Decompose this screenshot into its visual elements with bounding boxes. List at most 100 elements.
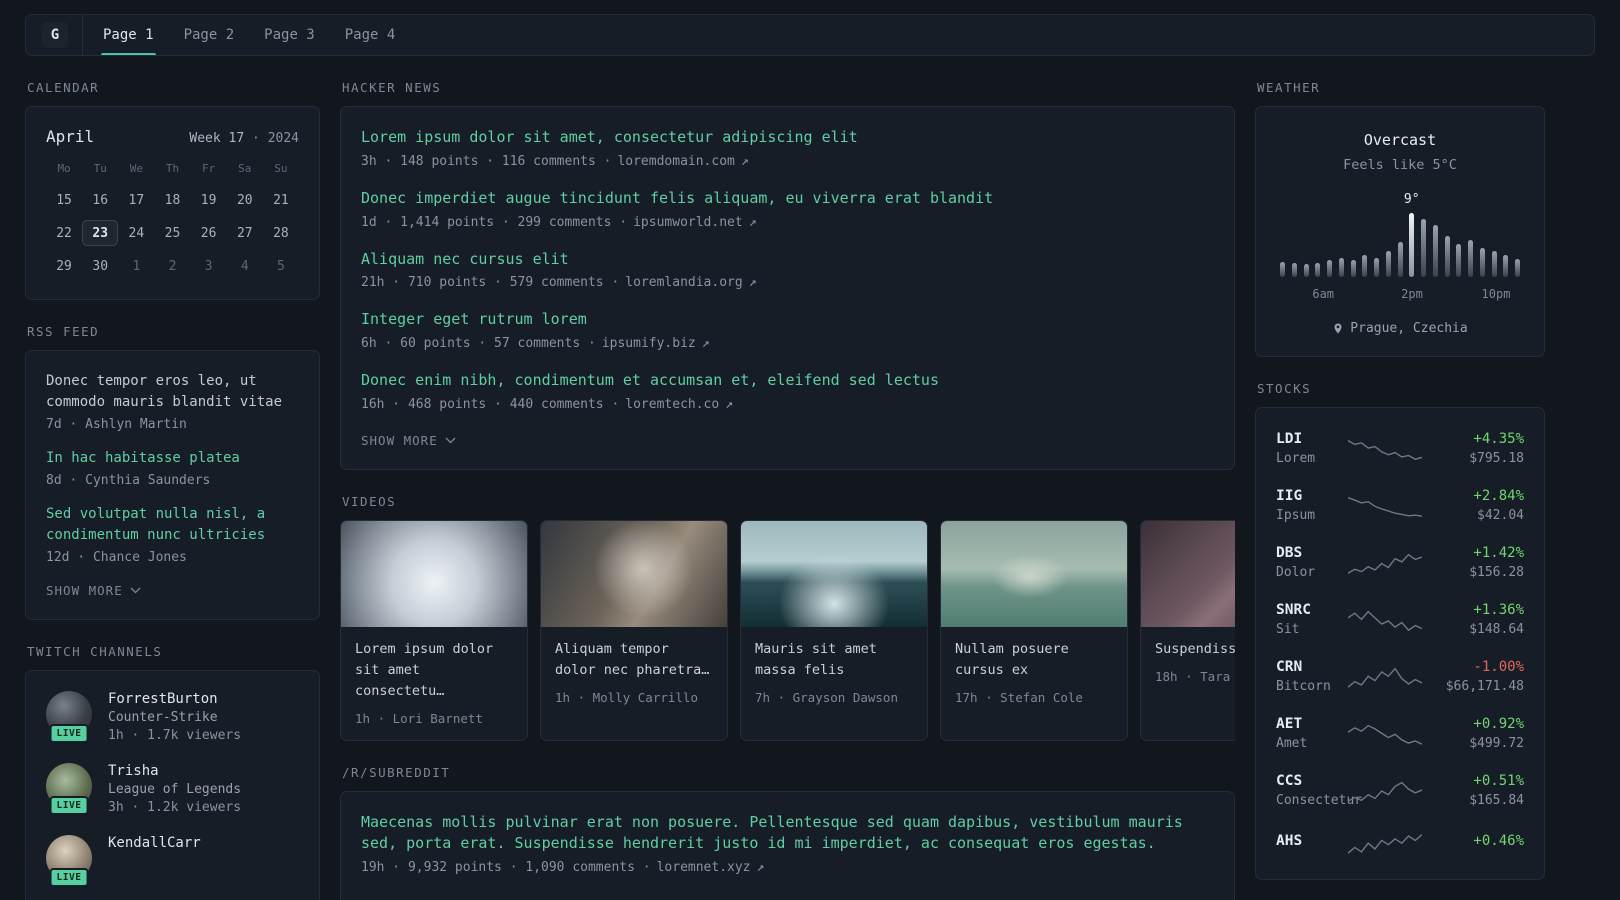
stock-symbol: CCS <box>1276 773 1303 789</box>
stock-change: +0.51% <box>1473 773 1524 789</box>
weekday-label: Th <box>165 162 180 175</box>
stocks-section-title: STOCKS <box>1257 381 1312 396</box>
weather-location: Prague, Czechia <box>1276 321 1524 336</box>
external-link-icon: ↗ <box>740 153 749 169</box>
stock-row[interactable]: IIG Ipsum +2.84% $42.04 <box>1276 477 1524 534</box>
rss-widget: Donec tempor eros leo, ut commodo mauris… <box>25 350 320 620</box>
stock-symbol: CRN <box>1276 659 1303 675</box>
stock-row[interactable]: AET Amet +0.92% $499.72 <box>1276 705 1524 762</box>
live-badge: LIVE <box>49 868 89 887</box>
twitch-widget: LIVE ForrestBurton Counter-Strike 1h · 1… <box>25 670 320 900</box>
subreddit-post-title[interactable]: Maecenas mollis pulvinar erat non posuer… <box>361 812 1214 856</box>
show-more-label: SHOW MORE <box>46 583 123 598</box>
time-label: 10pm <box>1481 287 1511 301</box>
hn-item-meta: 3h · 148 points · 116 comments · <box>361 153 612 169</box>
external-link-icon: ↗ <box>756 860 765 876</box>
stock-symbol: AET <box>1276 716 1303 732</box>
calendar-day: 30 <box>92 258 109 274</box>
stock-name: Bitcorn <box>1276 679 1331 694</box>
calendar-day: 17 <box>128 192 145 208</box>
video-thumbnail <box>941 520 1127 627</box>
stock-sparkline <box>1348 493 1422 519</box>
stock-symbol: AHS <box>1276 833 1303 849</box>
stock-row[interactable]: LDI Lorem +4.35% $795.18 <box>1276 420 1524 477</box>
twitch-channel-row[interactable]: LIVE KendallCarr <box>46 835 299 887</box>
dashboard-layout: CALENDAR April Week 17 · 2024 Mo Tu We T… <box>0 56 1620 900</box>
hn-item-domain-link[interactable]: loremlandia.org <box>625 275 742 290</box>
stock-sparkline <box>1348 436 1422 462</box>
stock-name: Sit <box>1276 622 1300 637</box>
stock-price: $42.04 <box>1477 508 1524 523</box>
stock-name: Dolor <box>1276 565 1316 580</box>
tab-page-1[interactable]: Page 1 <box>101 15 156 55</box>
hn-item-title[interactable]: Integer eget rutrum lorem <box>361 309 1214 331</box>
stock-row[interactable]: SNRC Sit +1.36% $148.64 <box>1276 591 1524 648</box>
tab-page-2[interactable]: Page 2 <box>184 15 235 55</box>
hn-item: Lorem ipsum dolor sit amet, consectetur … <box>361 127 1214 169</box>
hn-item-domain-link[interactable]: loremtech.co <box>625 397 719 412</box>
hn-item-title[interactable]: Aliquam nec cursus elit <box>361 249 1214 271</box>
video-card[interactable]: Nullam posuere cursus ex 17h · Stefan Co… <box>940 519 1128 741</box>
hn-item-domain-link[interactable]: loremdomain.com <box>617 154 734 169</box>
calendar-day: 27 <box>236 225 253 241</box>
stock-row[interactable]: CRN Bitcorn -1.00% $66,171.48 <box>1276 648 1524 705</box>
hn-item-title[interactable]: Donec imperdiet augue tincidunt felis al… <box>361 188 1214 210</box>
calendar-day-next-month: 3 <box>204 258 213 274</box>
twitch-channel-row[interactable]: LIVE Trisha League of Legends 3h · 1.2k … <box>46 763 299 815</box>
calendar-week-label: Week 17 <box>189 131 245 146</box>
weather-time-labels: 6am 2pm 10pm <box>1280 287 1520 303</box>
hn-item: Integer eget rutrum lorem 6h · 60 points… <box>361 309 1214 351</box>
rss-item: Sed volutpat nulla nisl, a condimentum n… <box>46 504 299 565</box>
calendar-day: 16 <box>92 192 109 208</box>
hn-item-domain-link[interactable]: ipsumworld.net <box>633 215 743 230</box>
hn-item-meta: 6h · 60 points · 57 comments · <box>361 336 596 351</box>
right-column: WEATHER Overcast Feels like 5°C 9° 6am 2… <box>1255 56 1545 880</box>
rss-section-title: RSS FEED <box>27 324 100 339</box>
hn-item-title[interactable]: Lorem ipsum dolor sit amet, consectetur … <box>361 127 1214 149</box>
calendar-day-selected: 23 <box>82 220 119 246</box>
weather-location-label: Prague, Czechia <box>1350 321 1468 336</box>
external-link-icon: ↗ <box>748 214 757 230</box>
video-card[interactable]: Lorem ipsum dolor sit amet consectetu… 1… <box>340 519 528 741</box>
video-card[interactable]: Mauris sit amet massa felis 7h · Grayson… <box>740 519 928 741</box>
rss-item-title[interactable]: In hac habitasse platea <box>46 448 299 469</box>
subreddit-domain-link[interactable]: loremnet.xyz <box>657 860 751 875</box>
calendar-month: April <box>46 127 95 146</box>
rss-item-title[interactable]: Donec tempor eros leo, ut commodo mauris… <box>46 371 299 413</box>
channel-name: ForrestBurton <box>108 691 218 707</box>
calendar-section-title: CALENDAR <box>27 80 100 95</box>
video-thumbnail <box>741 520 927 627</box>
hn-item-domain-link[interactable]: ipsumify.biz <box>602 336 696 351</box>
tab-page-3[interactable]: Page 3 <box>264 15 315 55</box>
stock-row[interactable]: CCS Consectetur +0.51% $165.84 <box>1276 762 1524 819</box>
calendar-day: 21 <box>273 192 289 208</box>
channel-name: KendallCarr <box>108 835 201 851</box>
stock-sparkline <box>1348 607 1422 633</box>
subreddit-widget: Maecenas mollis pulvinar erat non posuer… <box>340 790 1235 900</box>
chevron-down-icon <box>130 587 141 594</box>
channel-name: Trisha <box>108 763 159 779</box>
external-link-icon: ↗ <box>725 396 734 412</box>
hn-show-more-button[interactable]: SHOW MORE <box>361 433 456 448</box>
location-pin-icon <box>1334 323 1342 334</box>
rss-show-more-button[interactable]: SHOW MORE <box>46 583 141 598</box>
stock-name: Ipsum <box>1276 508 1316 523</box>
stock-change: +1.36% <box>1473 602 1524 618</box>
stock-name: Amet <box>1276 736 1308 751</box>
rss-item-title[interactable]: Sed volutpat nulla nisl, a condimentum n… <box>46 504 299 546</box>
video-card[interactable]: Aliquam tempor dolor nec pharetra… 1h · … <box>540 519 728 741</box>
twitch-channel-row[interactable]: LIVE ForrestBurton Counter-Strike 1h · 1… <box>46 691 299 743</box>
stock-row[interactable]: AHS +0.46% <box>1276 819 1524 867</box>
calendar-day-next-month: 4 <box>240 258 249 274</box>
external-link-icon: ↗ <box>701 336 710 351</box>
stock-sparkline <box>1348 721 1422 747</box>
stock-change: +2.84% <box>1473 488 1524 504</box>
video-card[interactable]: Suspendisse diam 18h · Tara <box>1140 519 1235 741</box>
stock-row[interactable]: DBS Dolor +1.42% $156.28 <box>1276 534 1524 591</box>
stock-name: Lorem <box>1276 451 1316 466</box>
calendar-day: 15 <box>56 192 72 208</box>
channel-game: Counter-Strike <box>108 710 218 725</box>
hackernews-section-title: HACKER NEWS <box>342 80 442 95</box>
hn-item-title[interactable]: Donec enim nibh, condimentum et accumsan… <box>361 370 1214 392</box>
tab-page-4[interactable]: Page 4 <box>345 15 396 55</box>
